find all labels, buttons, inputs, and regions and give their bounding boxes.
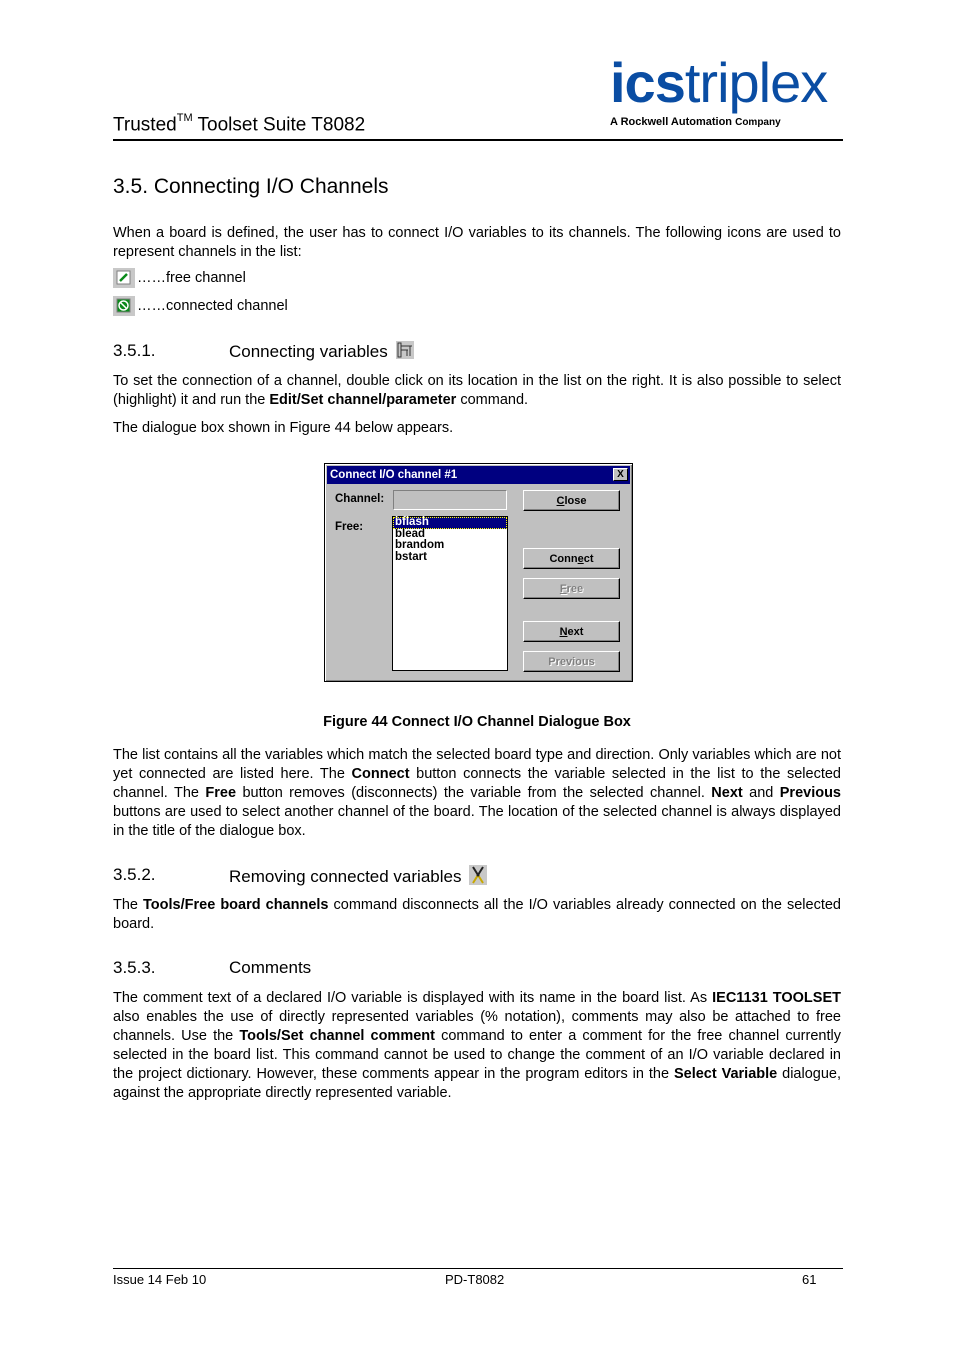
heading-text: Connecting variables <box>229 341 414 362</box>
bold-term: IEC1131 TOOLSET <box>712 990 841 1006</box>
command-name: Tools/Free board channels <box>143 897 329 913</box>
channel-field <box>393 490 507 510</box>
heading-title: Removing connected variables <box>229 867 462 886</box>
legend-label: ……connected channel <box>137 298 288 314</box>
free-variables-list[interactable]: bflash blead brandom bstart <box>392 516 508 671</box>
close-button[interactable]: Close <box>523 490 620 511</box>
text: button removes (disconnects) the variabl… <box>236 785 712 801</box>
previous-button[interactable]: Previous <box>523 651 620 672</box>
btn-text: ct <box>583 553 594 565</box>
paragraph-list-description: The list contains all the variables whic… <box>113 746 841 841</box>
ics-triplex-logo: icstriplex A Rockwell Automation Company <box>610 55 842 129</box>
command-name: Edit/Set channel/parameter <box>269 392 457 408</box>
list-item[interactable]: bstart <box>393 551 507 564</box>
close-icon[interactable]: X <box>613 468 628 481</box>
bold-term: Connect <box>351 766 410 782</box>
free-channel-icon <box>113 268 135 288</box>
logo-tagline: A Rockwell Automation Company <box>610 116 781 128</box>
footer-issue: Issue 14 Feb 10 <box>113 1272 207 1287</box>
legend-free-channel: ……free channel <box>113 268 246 288</box>
section-heading: 3.5. Connecting I/O Channels <box>113 175 389 198</box>
heading-number: 3.5.3. <box>113 958 156 977</box>
text: command. <box>456 392 529 408</box>
heading-title: Connecting variables <box>229 342 388 361</box>
bold-term: Select Variable <box>673 1066 778 1082</box>
connect-variables-icon <box>395 341 414 359</box>
title-main: Trusted <box>113 114 177 136</box>
logo-ics: ics <box>610 51 686 114</box>
text: The comment text of a declared I/O varia… <box>113 990 713 1006</box>
channel-label: Channel: <box>335 493 385 505</box>
bold-term: Next <box>711 785 743 801</box>
btn-text: ext <box>567 626 584 638</box>
dialog-title: Connect I/O channel #1 <box>330 469 458 481</box>
subsection-heading-3-5-1: 3.5.1. Connecting variables <box>113 341 513 363</box>
figure-caption: Figure 44 Connect I/O Channel Dialogue B… <box>323 714 631 730</box>
footer-page-number: 61 <box>802 1272 817 1287</box>
mnemonic: F <box>559 583 567 595</box>
legend-connected-channel: ……connected channel <box>113 296 288 316</box>
paragraph-dialog-appears: The dialogue box shown in Figure 44 belo… <box>113 420 454 436</box>
legend-label: ……free channel <box>137 270 246 286</box>
document-title: TrustedTM Toolset Suite T8082 <box>113 112 366 136</box>
heading-text: Comments <box>229 958 312 977</box>
btn-text: lose <box>564 495 587 507</box>
list-item[interactable]: bflash <box>393 516 507 529</box>
mnemonic: N <box>559 626 568 638</box>
paragraph-free-board-channels: The Tools/Free board channels command di… <box>113 896 841 934</box>
connect-button[interactable]: Connect <box>523 548 620 569</box>
connect-io-channel-dialog: Connect I/O channel #1 X Channel: Free: … <box>324 463 633 682</box>
intro-paragraph: When a board is defined, the user has to… <box>113 225 841 260</box>
footer-divider <box>113 1268 843 1269</box>
btn-text: Conn <box>549 553 578 565</box>
dialog-titlebar: Connect I/O channel #1 X <box>327 466 630 484</box>
trademark-sup: TM <box>176 112 193 124</box>
header-divider <box>113 139 843 141</box>
text: The <box>113 897 144 913</box>
next-button[interactable]: Next <box>523 621 620 642</box>
connected-channel-icon <box>113 296 135 316</box>
logo-triplex: triplex <box>684 51 828 114</box>
tagline-text: A Rockwell Automation <box>610 116 733 128</box>
subsection-heading-3-5-2: 3.5.2. Removing connected variables <box>113 865 563 887</box>
subsection-heading-3-5-3: 3.5.3. Comments <box>113 958 513 980</box>
free-label: Free: <box>335 521 364 533</box>
free-button[interactable]: Free <box>523 578 620 599</box>
footer-doc-id: PD-T8082 <box>445 1272 505 1287</box>
paragraph-comments: The comment text of a declared I/O varia… <box>113 989 841 1103</box>
command-name: Tools/Set channel comment <box>239 1028 435 1044</box>
heading-text: Removing connected variables <box>229 865 488 887</box>
bold-term: Free <box>205 785 237 801</box>
title-rest: Toolset Suite T8082 <box>192 114 366 136</box>
bold-term: Previous <box>779 785 841 801</box>
mnemonic: P <box>548 656 556 668</box>
heading-number: 3.5.1. <box>113 341 156 360</box>
btn-text: revious <box>555 656 595 668</box>
tagline-company: Company <box>735 117 781 128</box>
text: buttons are used to select another chann… <box>113 804 841 839</box>
btn-text: ree <box>566 583 584 595</box>
heading-number: 3.5.2. <box>113 865 156 884</box>
paragraph-set-connection: To set the connection of a channel, doub… <box>113 372 841 410</box>
text: and <box>742 785 780 801</box>
free-board-channels-icon <box>469 865 488 885</box>
